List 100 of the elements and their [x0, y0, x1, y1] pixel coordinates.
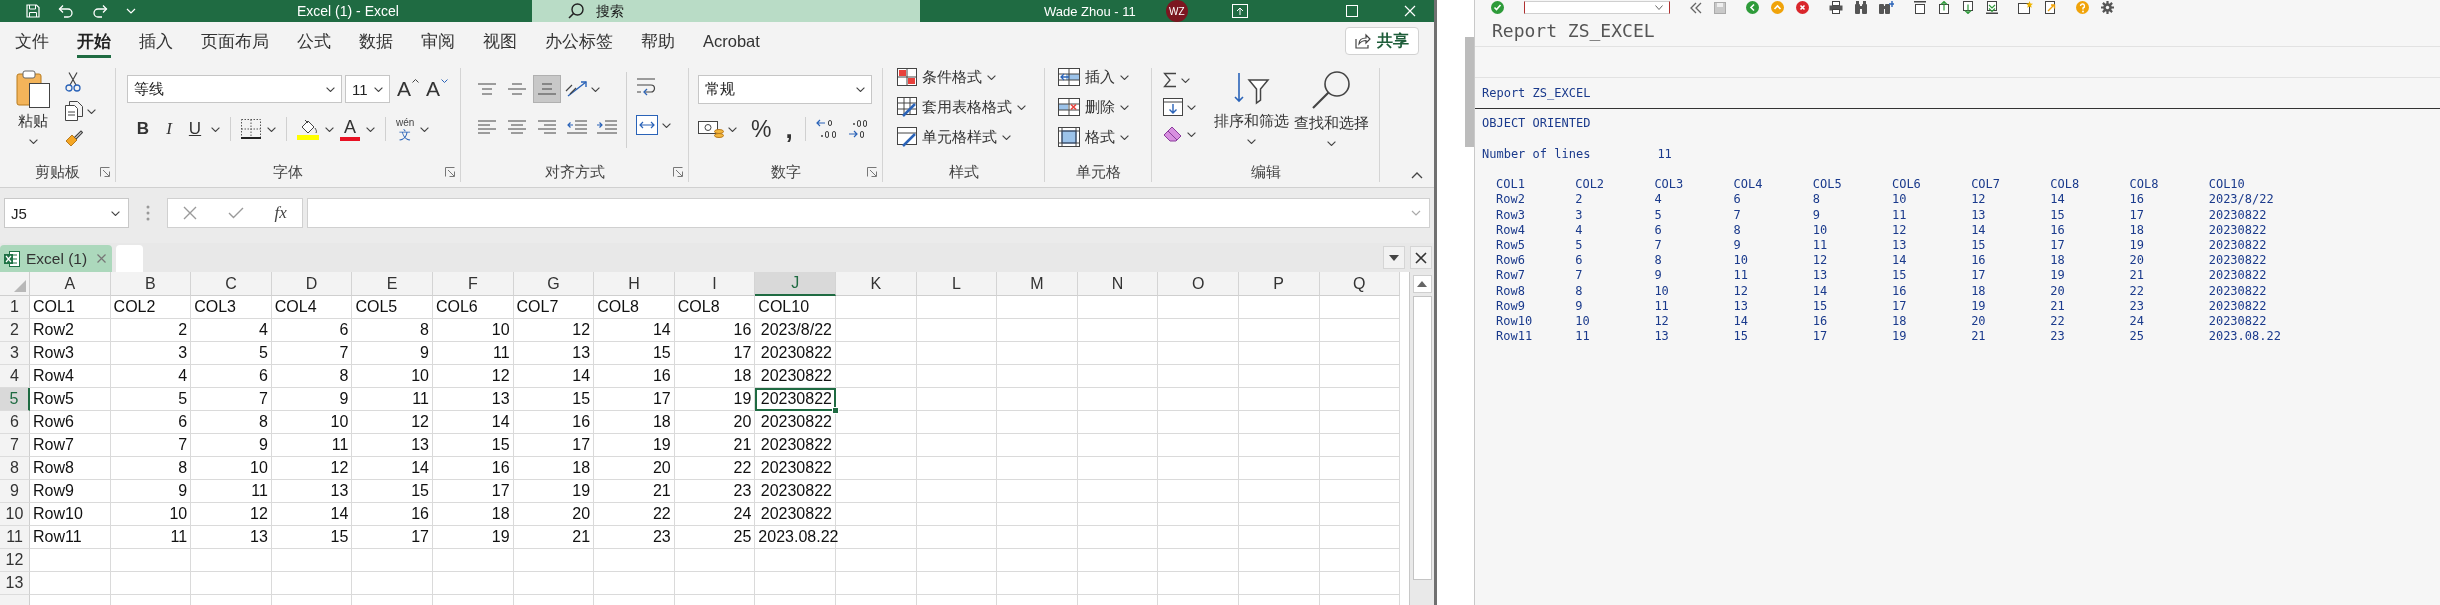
increase-font-size-button[interactable]: A [397, 77, 419, 101]
column-header[interactable]: D [271, 272, 353, 296]
left-arrow-circle-icon[interactable] [1746, 1, 1759, 14]
delete-cells-button[interactable]: 删除 [1058, 96, 1129, 118]
ribbon-tab[interactable]: 插入 [125, 22, 187, 58]
tab-list-button[interactable] [1383, 246, 1405, 269]
sigma-icon[interactable] [1163, 72, 1177, 88]
caret-icon[interactable] [1187, 131, 1196, 137]
down-arrow-box-icon[interactable] [1163, 98, 1183, 116]
decrease-indent-icon[interactable] [567, 120, 587, 134]
ribbon-tab[interactable]: 开始 [63, 22, 125, 58]
close-circle-icon[interactable] [1796, 1, 1809, 14]
eraser-icon[interactable] [1163, 126, 1183, 142]
close-button[interactable] [1410, 246, 1432, 269]
page-down-icon[interactable] [1962, 1, 1974, 14]
cancel-icon[interactable] [183, 206, 198, 220]
scissors-icon[interactable] [65, 72, 81, 92]
diagonal-arrow-icon[interactable] [565, 79, 589, 99]
share-button[interactable]: 共享 [1345, 27, 1419, 55]
underline-button[interactable]: U [185, 118, 205, 140]
settings-icon[interactable] [2101, 1, 2114, 14]
bold-button[interactable]: B [133, 118, 153, 140]
ribbon-tab[interactable]: 帮助 [627, 22, 689, 58]
borders-icon[interactable] [241, 119, 261, 139]
ribbon-tab[interactable]: 视图 [469, 22, 531, 58]
double-chevron-icon[interactable] [1690, 1, 1702, 14]
ribbon-tab[interactable]: Acrobat [689, 22, 774, 58]
phonetic-guide-button[interactable]: wén 文 [396, 117, 415, 141]
splitter-handle[interactable] [1465, 37, 1474, 147]
insert-function-button[interactable]: fx [274, 203, 287, 223]
cell-styles-button[interactable]: 单元格样式 [897, 126, 1026, 148]
page-arrow-icon[interactable] [2045, 1, 2056, 14]
column-header[interactable]: A [30, 272, 111, 296]
dialog-launcher-icon[interactable] [867, 167, 877, 177]
ribbon-tab[interactable]: 公式 [283, 22, 345, 58]
column-header[interactable]: F [432, 272, 514, 296]
box-arrow-up-icon[interactable] [1231, 4, 1248, 18]
page-bottom-icon[interactable] [1986, 1, 1998, 14]
close-icon[interactable] [97, 254, 107, 263]
caret-icon[interactable] [662, 122, 671, 128]
decrease-font-size-button[interactable]: A [426, 77, 449, 101]
percent-style-button[interactable]: % [751, 115, 772, 143]
paintbrush-icon[interactable] [65, 130, 83, 148]
copy-icon[interactable] [65, 101, 83, 121]
scroll-up-button[interactable] [1412, 275, 1432, 293]
insert-cells-button[interactable]: 插入 [1058, 66, 1129, 88]
command-field[interactable] [1524, 1, 1670, 14]
format-cells-button[interactable]: 格式 [1058, 126, 1129, 148]
column-header[interactable]: B [110, 272, 192, 296]
column-header[interactable]: Q [1319, 272, 1401, 296]
ribbon-tab[interactable]: 页面布局 [187, 22, 283, 58]
ribbon-tab[interactable]: 数据 [345, 22, 407, 58]
caret-icon[interactable] [87, 108, 96, 114]
conditional-formatting-button[interactable]: 条件格式 [897, 66, 1026, 88]
decrease-decimal-icon[interactable] [847, 119, 870, 139]
collapse-ribbon-icon[interactable] [1411, 172, 1423, 179]
caret-icon[interactable] [1181, 77, 1190, 83]
dialog-launcher-icon[interactable] [100, 167, 110, 177]
column-header[interactable]: E [352, 272, 433, 296]
column-header[interactable]: H [594, 272, 675, 296]
caret-icon[interactable] [420, 126, 430, 132]
ribbon-tab[interactable]: 办公标签 [531, 22, 627, 58]
column-header[interactable]: L [916, 272, 998, 296]
cash-icon[interactable] [698, 119, 724, 139]
caret-icon[interactable] [267, 126, 276, 132]
maximize-icon[interactable] [1345, 5, 1358, 17]
check-circle-icon[interactable] [1491, 1, 1504, 14]
find-select-button[interactable]: 查找和选择 [1292, 68, 1370, 162]
page-top-icon[interactable] [1914, 1, 1926, 14]
fill-handle[interactable] [831, 407, 839, 414]
page-up-icon[interactable] [1938, 1, 1950, 14]
paint-bucket-icon[interactable] [297, 118, 319, 140]
caret-icon[interactable] [1187, 104, 1196, 110]
binoculars-icon[interactable] [1855, 1, 1867, 14]
column-header[interactable]: P [1238, 272, 1320, 296]
column-header[interactable]: K [835, 272, 917, 296]
number-format-dropdown[interactable]: 常规 [698, 75, 872, 104]
column-header[interactable]: J [755, 272, 836, 296]
paste-button[interactable]: 粘贴 [13, 68, 53, 162]
sort-filter-button[interactable]: 排序和筛选 [1212, 68, 1290, 162]
column-header[interactable]: M [997, 272, 1078, 296]
column-header[interactable]: C [191, 272, 272, 296]
search-field[interactable]: 搜索 [532, 0, 920, 22]
format-as-table-button[interactable]: 套用表格格式 [897, 96, 1026, 118]
caret-icon[interactable] [211, 126, 220, 132]
row-header[interactable]: 5 [0, 388, 30, 411]
caret-icon[interactable] [591, 86, 600, 92]
double-arrow-box-icon[interactable] [636, 115, 658, 135]
active-cell[interactable]: 20230822 [755, 388, 836, 411]
binoculars-plus-icon[interactable] [1879, 1, 1894, 14]
column-header[interactable]: G [513, 272, 595, 296]
increase-decimal-icon[interactable] [815, 119, 838, 139]
wrap-text-icon[interactable] [636, 77, 658, 97]
avatar[interactable]: WZ [1165, 0, 1188, 22]
ribbon-tab[interactable]: 文件 [1, 22, 63, 58]
font-size-dropdown[interactable]: 11 [345, 75, 390, 103]
dialog-launcher-icon[interactable] [445, 167, 455, 177]
caret-icon[interactable] [366, 126, 375, 132]
redo-icon[interactable] [92, 4, 108, 18]
scroll-thumb[interactable] [1412, 296, 1432, 580]
